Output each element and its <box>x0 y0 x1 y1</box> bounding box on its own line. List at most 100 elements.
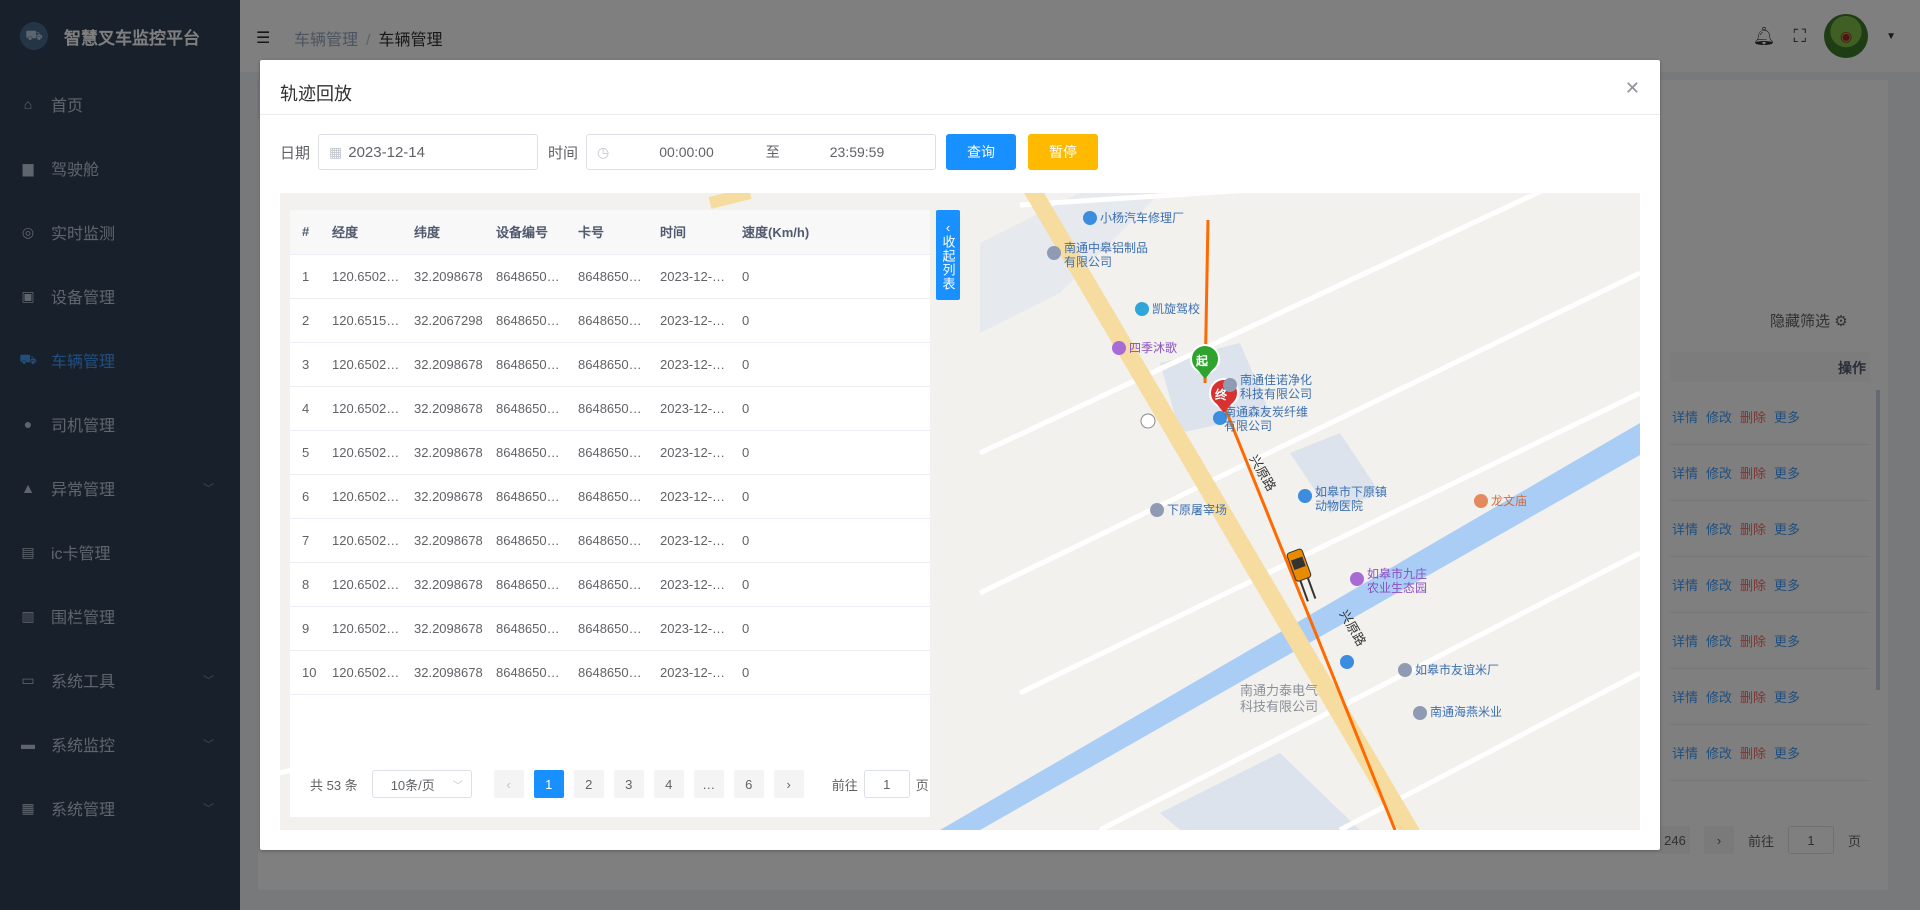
poi-pin <box>1135 302 1149 316</box>
map-poi-label: 科技有限公司 <box>1240 699 1319 714</box>
page-button[interactable]: 3 <box>613 770 644 798</box>
cell-speed: 0 <box>730 562 930 607</box>
poi-pin <box>1047 246 1061 260</box>
clock-icon: ◷ <box>597 143 610 160</box>
map-parcel <box>1160 753 1360 830</box>
map-poi-label: 有限公司 <box>1064 255 1113 269</box>
map-poi-label: 小杨汽车修理厂 <box>1100 211 1185 225</box>
cell-time: 2023-12-1… <box>648 562 730 607</box>
table-row[interactable]: 8 120.6502… 32.2098678 86486506… 86486506… 20… <box>290 562 930 607</box>
cell-index: 8 <box>290 562 320 607</box>
map-poi-label: 有限公司 <box>1224 419 1273 433</box>
cell-speed: 0 <box>730 474 930 519</box>
cell-card-no: 86486506… <box>566 430 648 475</box>
map-poi-label: 南通中皋铝制品 <box>1064 241 1149 255</box>
table-row[interactable]: 3 120.6502… 32.2098678 86486506… 86486506… 20… <box>290 342 930 387</box>
date-picker[interactable]: ▦ 2023-12-14 <box>318 134 539 170</box>
table-row[interactable]: 9 120.6502… 32.2098678 86486506… 86486506… 20… <box>290 606 930 651</box>
cell-time: 2023-12-1… <box>648 386 730 431</box>
column-header: 纬度 <box>402 210 484 255</box>
page-ellipsis[interactable]: … <box>693 770 724 798</box>
cell-device-id: 86486506… <box>484 562 566 607</box>
map-road <box>978 270 1640 596</box>
cell-longitude: 120.6515… <box>320 298 402 343</box>
cell-time: 2023-12-1… <box>648 430 730 475</box>
poi-pin <box>1350 572 1364 586</box>
table-row[interactable]: 5 120.6502… 32.2098678 86486506… 86486506… 20… <box>290 430 930 475</box>
next-page-button[interactable]: › <box>773 770 804 798</box>
column-header: 时间 <box>648 210 730 255</box>
cell-longitude: 120.6502… <box>320 386 402 431</box>
cell-latitude: 32.2098678 <box>402 606 484 651</box>
map-poi-label: 下原屠宰场 <box>1167 503 1228 517</box>
goto-page-input[interactable]: 1 <box>863 770 910 798</box>
cell-longitude: 120.6502… <box>320 606 402 651</box>
table-row[interactable]: 4 120.6502… 32.2098678 86486506… 86486506… 20… <box>290 386 930 431</box>
cell-latitude: 32.2098678 <box>402 342 484 387</box>
table-row[interactable]: 7 120.6502… 32.2098678 86486506… 86486506… 20… <box>290 518 930 563</box>
cell-time: 2023-12-1… <box>648 254 730 299</box>
map-road <box>1019 193 1242 208</box>
search-button[interactable]: 查询 <box>946 134 1017 170</box>
poi-pin <box>1083 211 1097 225</box>
cell-speed: 0 <box>730 430 930 475</box>
cell-index: 6 <box>290 474 320 519</box>
map-poi-label: 南通森友炭纤维 <box>1224 405 1309 419</box>
map-poi-label: 凯旋驾校 <box>1152 302 1201 316</box>
cell-time: 2023-12-1… <box>648 518 730 563</box>
dialog-header: 轨迹回放 ✕ <box>260 60 1660 115</box>
page-button[interactable]: 1 <box>533 770 564 798</box>
cell-latitude: 32.2098678 <box>402 650 484 695</box>
cell-speed: 0 <box>730 254 930 299</box>
time-end: 23:59:59 <box>829 144 885 160</box>
map-poi-label: 龙文庙 <box>1491 494 1528 508</box>
cell-speed: 0 <box>730 650 930 695</box>
cell-index: 3 <box>290 342 320 387</box>
cell-latitude: 32.2098678 <box>402 518 484 563</box>
cell-speed: 0 <box>730 298 930 343</box>
cell-card-no: 86486506… <box>566 650 648 695</box>
table-row[interactable]: 6 120.6502… 32.2098678 86486506… 86486506… 20… <box>290 474 930 519</box>
cell-index: 4 <box>290 386 320 431</box>
map-main-road <box>708 193 752 209</box>
prev-page-button[interactable]: ‹ <box>493 770 524 798</box>
poi-pin <box>1112 341 1126 355</box>
page-button[interactable]: 4 <box>653 770 684 798</box>
goto-label: 前往 <box>831 777 858 793</box>
page-size-select[interactable]: 10条/页 ﹀ <box>371 770 472 798</box>
cell-device-id: 86486506… <box>484 254 566 299</box>
map-poi-label: 如皋市友谊米厂 <box>1415 663 1500 677</box>
collapse-list-button[interactable]: ‹ 收起列表 <box>936 210 960 300</box>
cell-time: 2023-12-1… <box>648 650 730 695</box>
time-range-picker[interactable]: ◷ 00:00:00 至 23:59:59 <box>586 134 937 170</box>
close-icon[interactable]: ✕ <box>1625 78 1640 99</box>
cell-card-no: 86486506… <box>566 298 648 343</box>
cell-time: 2023-12-1… <box>648 342 730 387</box>
collapse-list-label: 收起列表 <box>940 234 956 291</box>
time-range-separator: 至 <box>765 144 780 160</box>
date-value: 2023-12-14 <box>348 143 425 161</box>
chevron-down-icon: ﹀ <box>452 780 463 792</box>
cell-time: 2023-12-1… <box>648 606 730 651</box>
pause-button[interactable]: 暂停 <box>1028 134 1099 170</box>
cell-latitude: 32.2067298 <box>402 298 484 343</box>
page-button[interactable]: 6 <box>733 770 764 798</box>
date-label: 日期 <box>280 144 311 162</box>
map-poi-label: 动物医院 <box>1315 499 1364 513</box>
cell-longitude: 120.6502… <box>320 474 402 519</box>
cell-device-id: 86486506… <box>484 298 566 343</box>
table-row[interactable]: 1 120.6502… 32.2098678 86486506… 86486506… 20… <box>290 254 930 299</box>
cell-latitude: 32.2098678 <box>402 562 484 607</box>
cell-time: 2023-12-1… <box>648 298 730 343</box>
cell-device-id: 86486506… <box>484 474 566 519</box>
poi-pin <box>1474 494 1488 508</box>
cell-card-no: 86486506… <box>566 606 648 651</box>
cell-device-id: 86486506… <box>484 650 566 695</box>
cell-longitude: 120.6502… <box>320 430 402 475</box>
page-size-value: 10条/页 <box>390 777 435 793</box>
cell-index: 9 <box>290 606 320 651</box>
table-row[interactable]: 10 120.6502… 32.2098678 86486506… 86486506… 2… <box>290 650 930 695</box>
table-row[interactable]: 2 120.6515… 32.2067298 86486506… 86486506… 20… <box>290 298 930 343</box>
cell-longitude: 120.6502… <box>320 518 402 563</box>
page-button[interactable]: 2 <box>573 770 604 798</box>
